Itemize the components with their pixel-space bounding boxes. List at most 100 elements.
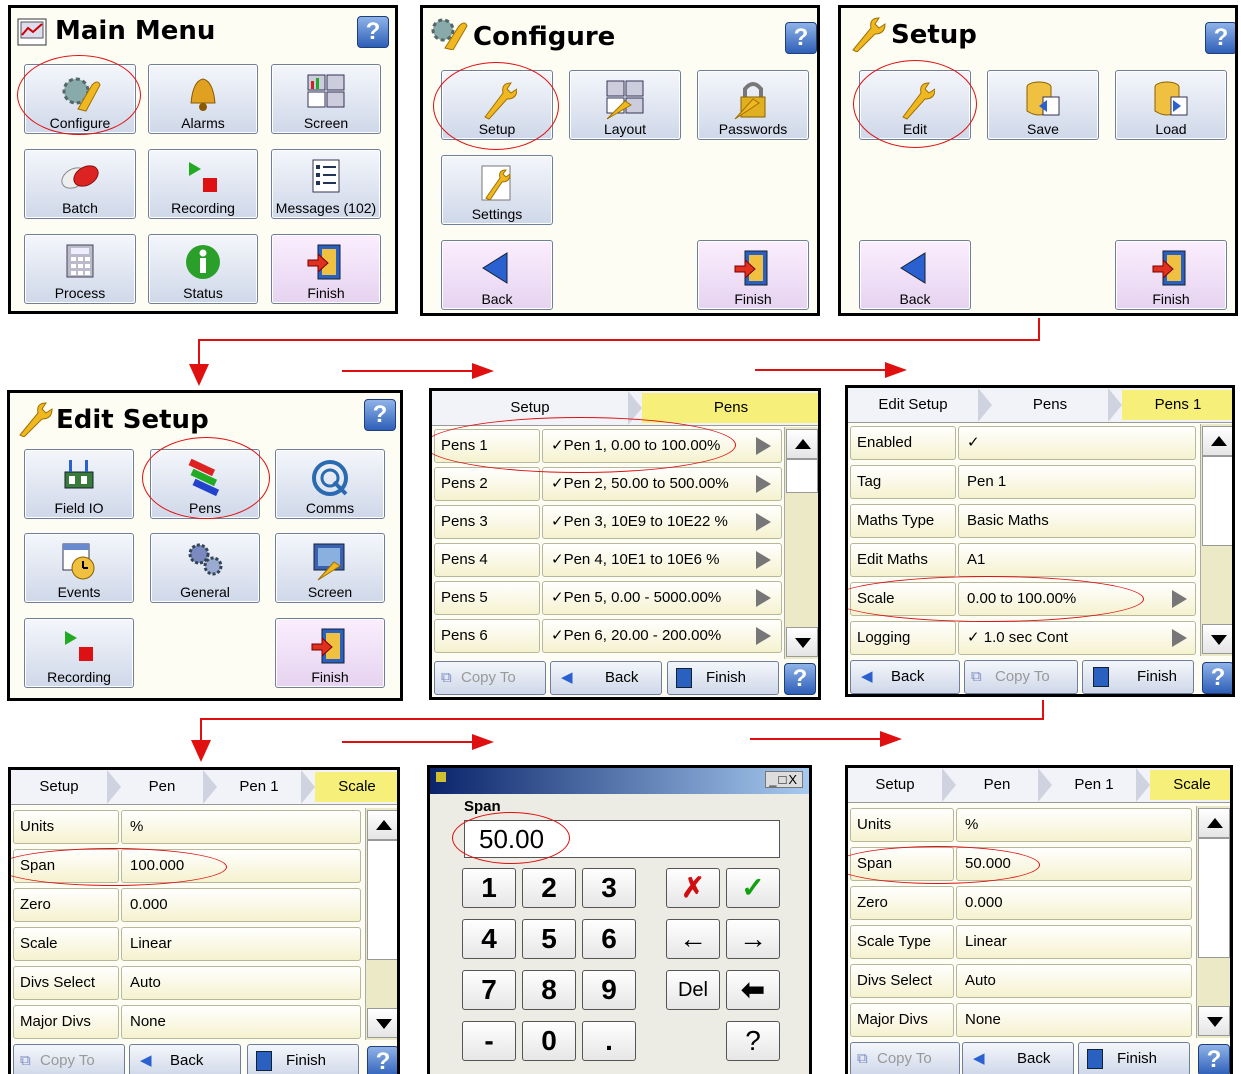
key-9[interactable]: 9 xyxy=(582,970,636,1010)
key-6[interactable]: 6 xyxy=(582,919,636,959)
key-4[interactable]: 4 xyxy=(462,919,516,959)
row-value[interactable]: 100.000 xyxy=(121,849,361,883)
events-button[interactable]: Events xyxy=(24,533,134,603)
scroll-thumb[interactable] xyxy=(1202,456,1232,546)
recording-button[interactable]: Recording xyxy=(148,149,258,219)
back-button[interactable]: ◀ Back xyxy=(550,661,662,695)
row-value[interactable]: Linear xyxy=(956,925,1192,959)
save-button[interactable]: Save xyxy=(987,70,1099,140)
row-value[interactable]: None xyxy=(956,1003,1192,1037)
row-label[interactable]: Major Divs xyxy=(850,1003,954,1037)
settings-button[interactable]: Settings xyxy=(441,155,553,225)
row-value[interactable]: ✓Pen 2, 50.00 to 500.00% xyxy=(542,467,782,501)
help-button[interactable]: ? xyxy=(1202,662,1232,694)
row-label[interactable]: Pens 5 xyxy=(434,581,540,615)
key-minus[interactable]: - xyxy=(462,1021,516,1061)
ok-key[interactable]: ✓ xyxy=(726,868,780,908)
scroll-up-button[interactable] xyxy=(786,429,818,459)
tab-pen[interactable]: Pen xyxy=(956,770,1038,800)
row-label[interactable]: Pens 6 xyxy=(434,619,540,653)
row-value[interactable]: Auto xyxy=(121,966,361,1000)
scroll-thumb[interactable] xyxy=(786,459,818,493)
scroll-up-button[interactable] xyxy=(367,810,397,840)
copy-to-button[interactable]: ⧉ Copy To xyxy=(434,661,546,695)
key-1[interactable]: 1 xyxy=(462,868,516,908)
back-button[interactable]: Back xyxy=(441,240,553,310)
configure-button[interactable]: Configure xyxy=(24,64,136,134)
scroll-thumb[interactable] xyxy=(367,840,397,960)
tab-edit-setup[interactable]: Edit Setup xyxy=(848,390,978,420)
help-button[interactable]: ? xyxy=(785,22,817,54)
row-label[interactable]: Pens 3 xyxy=(434,505,540,539)
key-7[interactable]: 7 xyxy=(462,970,516,1010)
row-value[interactable]: Linear xyxy=(121,927,361,961)
row-value[interactable]: ✓Pen 3, 10E9 to 10E22 % xyxy=(542,505,782,539)
row-value[interactable]: 0.000 xyxy=(121,888,361,922)
help-button[interactable]: ? xyxy=(1198,1044,1230,1074)
key-0[interactable]: 0 xyxy=(522,1021,576,1061)
tab-setup[interactable]: Setup xyxy=(848,770,942,800)
help-button[interactable]: ? xyxy=(367,1046,397,1074)
back-button[interactable]: ◀ Back xyxy=(962,1042,1074,1074)
scrollbar[interactable] xyxy=(784,427,818,659)
row-label[interactable]: Zero xyxy=(850,886,954,920)
back-button[interactable]: ◀ Back xyxy=(850,660,960,694)
delete-key[interactable]: Del xyxy=(666,970,720,1010)
tab-pens[interactable]: Pens xyxy=(642,393,818,423)
recording-button[interactable]: Recording xyxy=(24,618,134,688)
cursor-right-key[interactable]: → xyxy=(726,919,780,959)
scroll-down-button[interactable] xyxy=(1202,624,1232,654)
row-value[interactable]: ✓Pen 4, 10E1 to 10E6 % xyxy=(542,543,782,577)
row-label[interactable]: Logging xyxy=(850,621,956,655)
cursor-left-key[interactable]: ← xyxy=(666,919,720,959)
tab-setup[interactable]: Setup xyxy=(11,772,107,802)
alarms-button[interactable]: Alarms xyxy=(148,64,258,134)
general-button[interactable]: General xyxy=(150,533,260,603)
tab-scale[interactable]: Scale xyxy=(1150,770,1230,800)
window-controls[interactable]: _□X xyxy=(765,771,803,788)
back-button[interactable]: ◀ Back xyxy=(129,1044,241,1074)
row-label[interactable]: Divs Select xyxy=(850,964,954,998)
finish-button[interactable]: Finish xyxy=(271,234,381,304)
scroll-down-button[interactable] xyxy=(367,1008,397,1038)
row-label[interactable]: Enabled xyxy=(850,426,956,460)
row-value[interactable]: Basic Maths xyxy=(958,504,1196,538)
tab-pens[interactable]: Pens xyxy=(992,390,1108,420)
tab-setup[interactable]: Setup xyxy=(432,393,628,423)
tab-pen-1[interactable]: Pen 1 xyxy=(217,772,301,802)
cancel-key[interactable]: ✗ xyxy=(666,868,720,908)
row-value[interactable]: ✓ xyxy=(958,426,1196,460)
load-button[interactable]: Load xyxy=(1115,70,1227,140)
scroll-up-button[interactable] xyxy=(1198,808,1230,838)
copy-to-button[interactable]: ⧉ Copy To xyxy=(850,1042,960,1074)
tab-pen[interactable]: Pen xyxy=(121,772,203,802)
tab-scale[interactable]: Scale xyxy=(315,772,397,802)
comms-button[interactable]: Comms xyxy=(275,449,385,519)
row-value[interactable]: ✓Pen 6, 20.00 - 200.00% xyxy=(542,619,782,653)
scroll-down-button[interactable] xyxy=(786,627,818,657)
row-label[interactable]: Scale xyxy=(850,582,956,616)
help-button[interactable]: ? xyxy=(364,399,396,431)
finish-button[interactable]: Finish xyxy=(1082,660,1194,694)
row-value[interactable]: ✓Pen 1, 0.00 to 100.00% xyxy=(542,429,782,463)
row-label[interactable]: Scale xyxy=(13,927,119,961)
row-value[interactable]: 0.00 to 100.00% xyxy=(958,582,1196,616)
pens-button[interactable]: Pens xyxy=(150,449,260,519)
row-label[interactable]: Pens 4 xyxy=(434,543,540,577)
tab-pen-1[interactable]: Pen 1 xyxy=(1052,770,1136,800)
edit-button[interactable]: Edit xyxy=(859,70,971,140)
layout-button[interactable]: Layout xyxy=(569,70,681,140)
row-label[interactable]: Zero xyxy=(13,888,119,922)
row-label[interactable]: Major Divs xyxy=(13,1005,119,1039)
batch-button[interactable]: Batch xyxy=(24,149,136,219)
backspace-key[interactable]: ⬅ xyxy=(726,970,780,1010)
row-label[interactable]: Edit Maths xyxy=(850,543,956,577)
row-value[interactable]: ✓ 1.0 sec Cont xyxy=(958,621,1196,655)
status-button[interactable]: Status xyxy=(148,234,258,304)
finish-button[interactable]: Finish xyxy=(247,1044,359,1074)
field-io-button[interactable]: Field IO xyxy=(24,449,134,519)
row-value[interactable]: ✓Pen 5, 0.00 - 5000.00% xyxy=(542,581,782,615)
screen-button[interactable]: Screen xyxy=(271,64,381,134)
process-button[interactable]: Process xyxy=(24,234,136,304)
row-value[interactable]: 0.000 xyxy=(956,886,1192,920)
